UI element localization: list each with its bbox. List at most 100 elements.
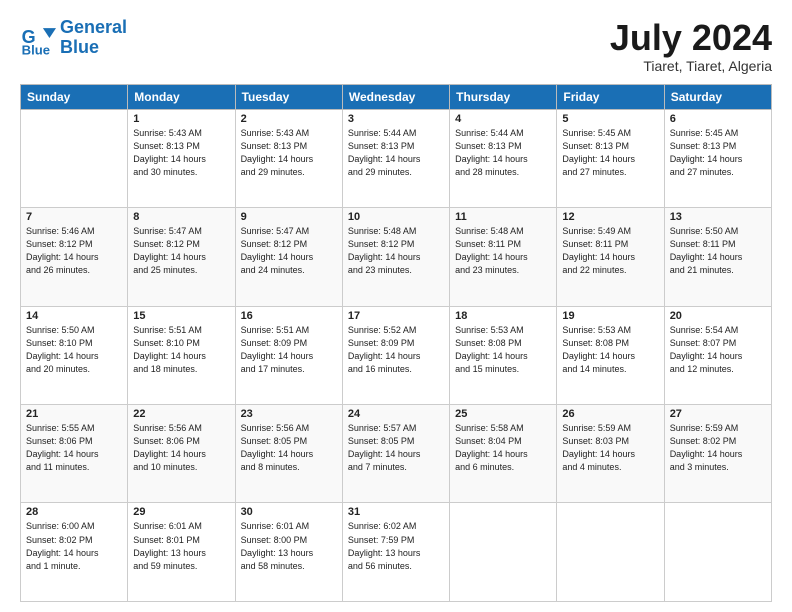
day-info: Sunrise: 5:53 AM Sunset: 8:08 PM Dayligh… <box>455 324 551 376</box>
day-of-week-header: Monday <box>128 84 235 109</box>
calendar-cell: 16 Sunrise: 5:51 AM Sunset: 8:09 PM Dayli… <box>235 306 342 404</box>
day-info: Sunrise: 5:56 AM Sunset: 8:05 PM Dayligh… <box>241 422 337 474</box>
calendar-cell: 25 Sunrise: 5:58 AM Sunset: 8:04 PM Dayli… <box>450 405 557 503</box>
calendar-cell: 27 Sunrise: 5:59 AM Sunset: 8:02 PM Dayli… <box>664 405 771 503</box>
calendar-cell: 4 Sunrise: 5:44 AM Sunset: 8:13 PM Daylig… <box>450 109 557 207</box>
page: G Blue General Blue July 2024 Tiaret, Ti… <box>0 0 792 612</box>
calendar-week-row: 7 Sunrise: 5:46 AM Sunset: 8:12 PM Daylig… <box>21 208 772 306</box>
day-number: 23 <box>241 408 337 420</box>
day-number: 2 <box>241 113 337 125</box>
calendar-cell: 1Sunrise: 5:43 AM Sunset: 8:13 PM Daylig… <box>128 109 235 207</box>
calendar-cell: 26Sunrise: 5:59 AM Sunset: 8:03 PM Dayli… <box>557 405 664 503</box>
calendar-week-row: 21Sunrise: 5:55 AM Sunset: 8:06 PM Dayli… <box>21 405 772 503</box>
day-number: 21 <box>26 408 122 420</box>
calendar-cell: 11Sunrise: 5:48 AM Sunset: 8:11 PM Dayli… <box>450 208 557 306</box>
calendar-cell: 13Sunrise: 5:50 AM Sunset: 8:11 PM Dayli… <box>664 208 771 306</box>
day-number: 10 <box>348 211 444 223</box>
header-row: SundayMondayTuesdayWednesdayThursdayFrid… <box>21 84 772 109</box>
calendar-cell: 15Sunrise: 5:51 AM Sunset: 8:10 PM Dayli… <box>128 306 235 404</box>
day-info: Sunrise: 5:47 AM Sunset: 8:12 PM Dayligh… <box>241 225 337 277</box>
day-number: 16 <box>241 310 337 322</box>
day-info: Sunrise: 5:44 AM Sunset: 8:13 PM Dayligh… <box>455 127 551 179</box>
calendar-cell <box>664 503 771 602</box>
day-info: Sunrise: 5:59 AM Sunset: 8:02 PM Dayligh… <box>670 422 766 474</box>
day-number: 22 <box>133 408 229 420</box>
calendar-cell <box>21 109 128 207</box>
day-number: 3 <box>348 113 444 125</box>
calendar-body: 1Sunrise: 5:43 AM Sunset: 8:13 PM Daylig… <box>21 109 772 601</box>
day-of-week-header: Wednesday <box>342 84 449 109</box>
day-number: 27 <box>670 408 766 420</box>
day-info: Sunrise: 6:01 AM Sunset: 8:01 PM Dayligh… <box>133 520 229 572</box>
calendar-cell: 12Sunrise: 5:49 AM Sunset: 8:11 PM Dayli… <box>557 208 664 306</box>
day-of-week-header: Saturday <box>664 84 771 109</box>
day-number: 26 <box>562 408 658 420</box>
day-number: 28 <box>26 506 122 518</box>
day-info: Sunrise: 6:02 AM Sunset: 7:59 PM Dayligh… <box>348 520 444 572</box>
calendar-cell: 19 Sunrise: 5:53 AM Sunset: 8:08 PM Dayli… <box>557 306 664 404</box>
day-info: Sunrise: 5:56 AM Sunset: 8:06 PM Dayligh… <box>133 422 229 474</box>
day-info: Sunrise: 5:52 AM Sunset: 8:09 PM Dayligh… <box>348 324 444 376</box>
calendar-subtitle: Tiaret, Tiaret, Algeria <box>610 58 772 74</box>
day-info: Sunrise: 5:58 AM Sunset: 8:04 PM Dayligh… <box>455 422 551 474</box>
day-number: 30 <box>241 506 337 518</box>
logo-icon: G Blue <box>20 20 56 56</box>
calendar-cell: 28Sunrise: 6:00 AM Sunset: 8:02 PM Dayli… <box>21 503 128 602</box>
day-number: 20 <box>670 310 766 322</box>
day-number: 8 <box>133 211 229 223</box>
day-number: 13 <box>670 211 766 223</box>
day-info: Sunrise: 5:43 AM Sunset: 8:13 PM Dayligh… <box>241 127 337 179</box>
day-number: 31 <box>348 506 444 518</box>
calendar-cell: 21Sunrise: 5:55 AM Sunset: 8:06 PM Dayli… <box>21 405 128 503</box>
calendar-cell: 10 Sunrise: 5:48 AM Sunset: 8:12 PM Dayli… <box>342 208 449 306</box>
day-of-week-header: Tuesday <box>235 84 342 109</box>
day-number: 19 <box>562 310 658 322</box>
calendar-cell: 29 Sunrise: 6:01 AM Sunset: 8:01 PM Dayli… <box>128 503 235 602</box>
day-number: 29 <box>133 506 229 518</box>
logo-name-line2: Blue <box>60 38 127 58</box>
calendar-cell: 22 Sunrise: 5:56 AM Sunset: 8:06 PM Dayli… <box>128 405 235 503</box>
day-info: Sunrise: 5:53 AM Sunset: 8:08 PM Dayligh… <box>562 324 658 376</box>
calendar-cell: 8 Sunrise: 5:47 AM Sunset: 8:12 PM Daylig… <box>128 208 235 306</box>
day-info: Sunrise: 5:48 AM Sunset: 8:12 PM Dayligh… <box>348 225 444 277</box>
calendar-cell: 30Sunrise: 6:01 AM Sunset: 8:00 PM Dayli… <box>235 503 342 602</box>
day-number: 14 <box>26 310 122 322</box>
day-number: 6 <box>670 113 766 125</box>
title-block: July 2024 Tiaret, Tiaret, Algeria <box>610 18 772 74</box>
day-number: 24 <box>348 408 444 420</box>
logo-name-line1: General <box>60 18 127 38</box>
day-info: Sunrise: 5:49 AM Sunset: 8:11 PM Dayligh… <box>562 225 658 277</box>
day-info: Sunrise: 5:47 AM Sunset: 8:12 PM Dayligh… <box>133 225 229 277</box>
logo: G Blue General Blue <box>20 18 127 58</box>
calendar-cell: 2 Sunrise: 5:43 AM Sunset: 8:13 PM Daylig… <box>235 109 342 207</box>
day-info: Sunrise: 5:51 AM Sunset: 8:10 PM Dayligh… <box>133 324 229 376</box>
day-number: 25 <box>455 408 551 420</box>
day-number: 7 <box>26 211 122 223</box>
day-info: Sunrise: 5:51 AM Sunset: 8:09 PM Dayligh… <box>241 324 337 376</box>
day-of-week-header: Sunday <box>21 84 128 109</box>
day-number: 18 <box>455 310 551 322</box>
calendar-week-row: 28Sunrise: 6:00 AM Sunset: 8:02 PM Dayli… <box>21 503 772 602</box>
day-info: Sunrise: 5:44 AM Sunset: 8:13 PM Dayligh… <box>348 127 444 179</box>
calendar-cell: 7 Sunrise: 5:46 AM Sunset: 8:12 PM Daylig… <box>21 208 128 306</box>
day-info: Sunrise: 5:45 AM Sunset: 8:13 PM Dayligh… <box>670 127 766 179</box>
calendar-cell: 17Sunrise: 5:52 AM Sunset: 8:09 PM Dayli… <box>342 306 449 404</box>
day-of-week-header: Thursday <box>450 84 557 109</box>
day-info: Sunrise: 5:57 AM Sunset: 8:05 PM Dayligh… <box>348 422 444 474</box>
calendar-header: SundayMondayTuesdayWednesdayThursdayFrid… <box>21 84 772 109</box>
day-info: Sunrise: 5:46 AM Sunset: 8:12 PM Dayligh… <box>26 225 122 277</box>
calendar-cell: 20 Sunrise: 5:54 AM Sunset: 8:07 PM Dayli… <box>664 306 771 404</box>
calendar-cell: 14Sunrise: 5:50 AM Sunset: 8:10 PM Dayli… <box>21 306 128 404</box>
day-info: Sunrise: 5:43 AM Sunset: 8:13 PM Dayligh… <box>133 127 229 179</box>
calendar-cell <box>450 503 557 602</box>
day-info: Sunrise: 5:45 AM Sunset: 8:13 PM Dayligh… <box>562 127 658 179</box>
calendar-cell: 18 Sunrise: 5:53 AM Sunset: 8:08 PM Dayli… <box>450 306 557 404</box>
calendar-title: July 2024 <box>610 18 772 58</box>
day-info: Sunrise: 5:54 AM Sunset: 8:07 PM Dayligh… <box>670 324 766 376</box>
day-number: 4 <box>455 113 551 125</box>
calendar-cell <box>557 503 664 602</box>
calendar-cell: 23 Sunrise: 5:56 AM Sunset: 8:05 PM Dayli… <box>235 405 342 503</box>
calendar-cell: 3 Sunrise: 5:44 AM Sunset: 8:13 PM Daylig… <box>342 109 449 207</box>
day-number: 11 <box>455 211 551 223</box>
header: G Blue General Blue July 2024 Tiaret, Ti… <box>20 18 772 74</box>
